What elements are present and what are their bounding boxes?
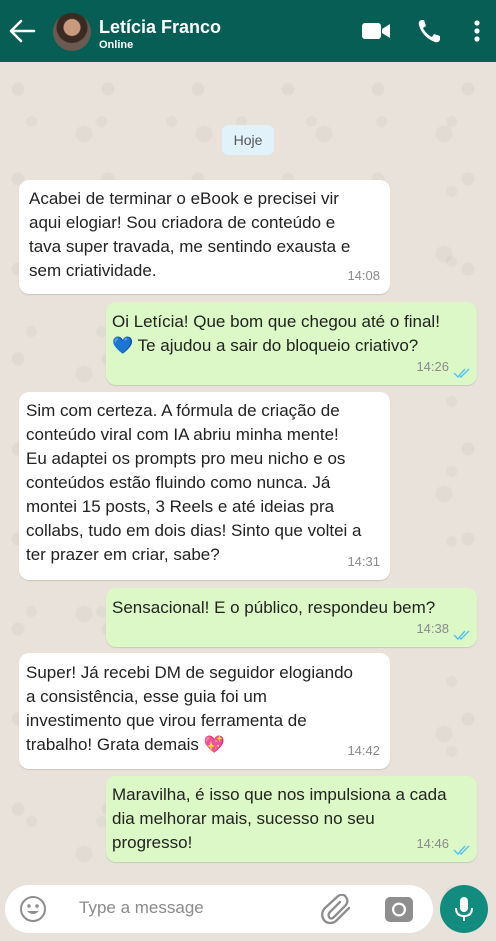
message-bubble-outgoing[interactable]: Oi Letícia! Que bom que chegou até o fin…: [106, 302, 477, 385]
message-text: Sim com certeza. A fórmula de criação de…: [26, 401, 362, 564]
contact-name[interactable]: Letícia Franco: [99, 17, 221, 38]
chat-header: Letícia Franco Online: [0, 0, 496, 62]
contact-status: Online: [99, 39, 134, 51]
message-list[interactable]: Hoje Acabei de terminar o eBook e precis…: [0, 62, 496, 882]
message-time: 14:08: [347, 268, 380, 283]
message-bubble-incoming[interactable]: Sim com certeza. A fórmula de criação de…: [19, 392, 390, 580]
double-check-icon: [453, 368, 470, 379]
message-bubble-outgoing[interactable]: Maravilha, é isso que nos impulsiona a c…: [106, 776, 477, 862]
double-check-icon: [453, 845, 470, 856]
phone-icon[interactable]: [416, 17, 442, 45]
arrow-left-icon[interactable]: [8, 17, 36, 45]
microphone-button[interactable]: [440, 885, 488, 933]
message-time: 14:46: [416, 836, 449, 851]
camera-icon[interactable]: [383, 894, 415, 924]
video-call-icon[interactable]: [361, 17, 391, 45]
message-time: 14:38: [416, 621, 449, 636]
avatar[interactable]: [53, 13, 91, 51]
date-chip: Hoje: [222, 125, 274, 155]
message-bubble-incoming[interactable]: Super! Já recebi DM de seguidor elogiand…: [19, 653, 390, 769]
microphone-icon: [455, 897, 473, 921]
double-check-icon: [453, 630, 470, 641]
message-time: 14:31: [347, 554, 380, 569]
message-bubble-outgoing[interactable]: Sensacional! E o público, respondeu bem?…: [106, 588, 477, 647]
message-text: Oi Letícia! Que bom que chegou até o fin…: [112, 312, 440, 355]
message-time: 14:42: [347, 743, 380, 758]
paperclip-icon[interactable]: [321, 894, 355, 926]
more-vertical-icon[interactable]: [468, 17, 486, 45]
message-text: Acabei de terminar o eBook e precisei vi…: [29, 189, 351, 280]
message-input[interactable]: Type a message: [79, 898, 204, 918]
message-input-bar: Type a message: [5, 885, 433, 933]
message-text: Super! Já recebi DM de seguidor elogiand…: [26, 663, 353, 754]
message-bubble-incoming[interactable]: Acabei de terminar o eBook e precisei vi…: [19, 180, 390, 294]
emoji-icon[interactable]: [19, 895, 47, 923]
message-time: 14:26: [416, 359, 449, 374]
